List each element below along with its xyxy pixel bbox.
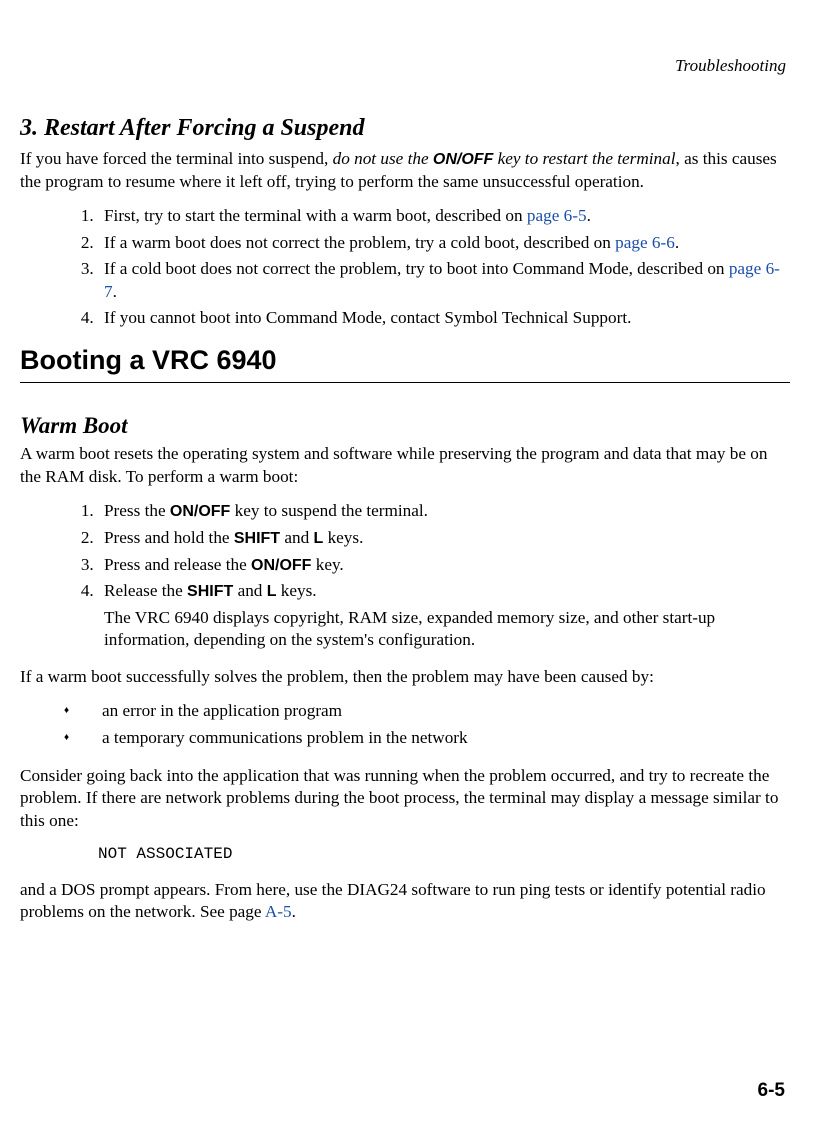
warm-boot-after: If a warm boot successfully solves the p… — [20, 666, 790, 688]
consider-paragraph: Consider going back into the application… — [20, 765, 790, 832]
text: . — [587, 206, 591, 225]
text: If a cold boot does not correct the prob… — [104, 259, 729, 278]
list-item: an error in the application program — [64, 700, 790, 722]
warm-boot-steps: Press the ON/OFF key to suspend the term… — [20, 500, 790, 652]
link-page-6-6[interactable]: page 6-6 — [615, 233, 675, 252]
running-header: Troubleshooting — [20, 55, 790, 77]
code-not-associated: NOT ASSOCIATED — [98, 844, 790, 865]
text: and — [280, 528, 313, 547]
text: keys. — [323, 528, 363, 547]
key-l: L — [267, 583, 277, 600]
list-item: If a warm boot does not correct the prob… — [98, 232, 790, 254]
text: and a DOS prompt appears. From here, use… — [20, 880, 766, 921]
booting-heading: Booting a VRC 6940 — [20, 343, 790, 383]
text: key to suspend the terminal. — [230, 501, 428, 520]
text: . — [675, 233, 679, 252]
warm-boot-intro: A warm boot resets the operating system … — [20, 443, 790, 488]
list-item: Release the SHIFT and L keys. The VRC 69… — [98, 580, 790, 652]
text: First, try to start the terminal with a … — [104, 206, 527, 225]
text: . — [113, 282, 117, 301]
cause-bullets: an error in the application program a te… — [20, 700, 790, 749]
section-3-steps: First, try to start the terminal with a … — [20, 205, 790, 329]
step-4-note: The VRC 6940 displays copyright, RAM siz… — [104, 607, 790, 652]
section-3-heading: 3. Restart After Forcing a Suspend — [20, 113, 790, 144]
dos-paragraph: and a DOS prompt appears. From here, use… — [20, 879, 790, 924]
list-item: Press and hold the SHIFT and L keys. — [98, 527, 790, 550]
text: If a warm boot does not correct the prob… — [104, 233, 615, 252]
warm-boot-heading: Warm Boot — [20, 411, 790, 441]
text: Press and hold the — [104, 528, 234, 547]
text: Press the — [104, 501, 170, 520]
text: Press and release the — [104, 555, 251, 574]
text: and — [233, 581, 266, 600]
key-onoff: ON/OFF — [251, 557, 311, 574]
text: key to restart the terminal — [493, 149, 675, 168]
text: key. — [311, 555, 343, 574]
list-item: Press and release the ON/OFF key. — [98, 554, 790, 577]
text: If you have forced the terminal into sus… — [20, 149, 333, 168]
text: do not use the — [333, 149, 433, 168]
key-onoff: ON/OFF — [433, 151, 493, 168]
text: Release the — [104, 581, 187, 600]
text: . — [292, 902, 296, 921]
list-item: First, try to start the terminal with a … — [98, 205, 790, 227]
link-page-a-5[interactable]: A-5 — [265, 902, 292, 921]
key-l: L — [314, 530, 324, 547]
key-shift: SHIFT — [234, 530, 280, 547]
page-number: 6-5 — [758, 1079, 785, 1104]
list-item: If a cold boot does not correct the prob… — [98, 258, 790, 303]
section-3-intro: If you have forced the terminal into sus… — [20, 148, 790, 193]
list-item: If you cannot boot into Command Mode, co… — [98, 307, 790, 329]
list-item: Press the ON/OFF key to suspend the term… — [98, 500, 790, 523]
key-shift: SHIFT — [187, 583, 233, 600]
text: keys. — [276, 581, 316, 600]
link-page-6-5[interactable]: page 6-5 — [527, 206, 587, 225]
key-onoff: ON/OFF — [170, 503, 230, 520]
emphasis: do not use the ON/OFF key to restart the… — [333, 149, 676, 168]
list-item: a temporary communications problem in th… — [64, 727, 790, 749]
text: If you cannot boot into Command Mode, co… — [104, 308, 631, 327]
